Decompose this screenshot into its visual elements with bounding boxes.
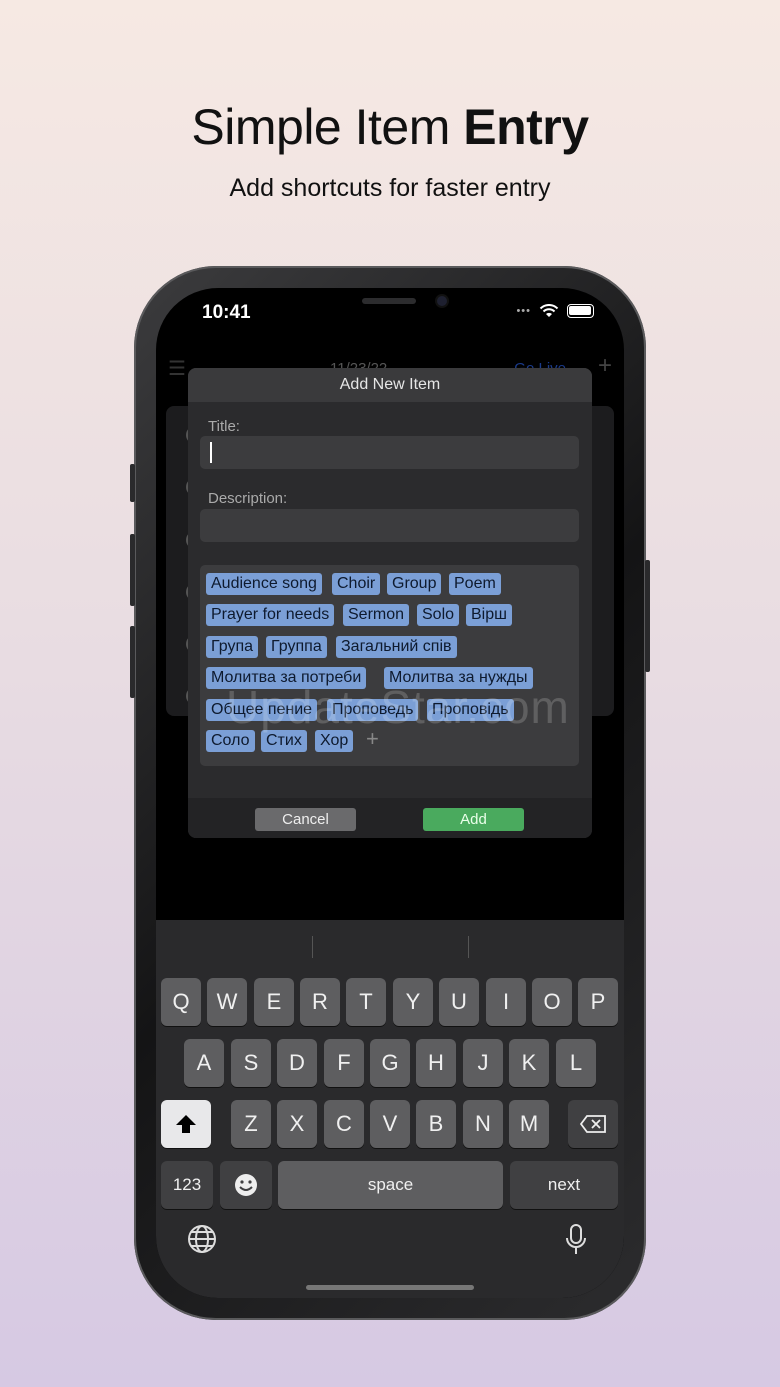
- key-t[interactable]: T: [346, 978, 386, 1026]
- key-h[interactable]: H: [416, 1039, 456, 1087]
- key-f[interactable]: F: [324, 1039, 364, 1087]
- watermark: UpdateStar.com: [226, 681, 570, 733]
- status-time: 10:41: [202, 302, 251, 323]
- key-z[interactable]: Z: [231, 1100, 271, 1148]
- key-i[interactable]: I: [486, 978, 526, 1026]
- tag-chip[interactable]: Sermon: [343, 604, 410, 626]
- space-key[interactable]: space: [278, 1161, 503, 1209]
- key-w[interactable]: W: [207, 978, 247, 1026]
- headline-normal: Simple Item: [191, 99, 464, 155]
- key-q[interactable]: Q: [161, 978, 201, 1026]
- globe-icon[interactable]: [187, 1224, 217, 1261]
- emoji-icon: [235, 1174, 257, 1196]
- microphone-icon[interactable]: [564, 1224, 588, 1263]
- speaker: [362, 298, 416, 304]
- emoji-key[interactable]: [220, 1161, 272, 1209]
- power-button: [645, 560, 650, 672]
- key-v[interactable]: V: [370, 1100, 410, 1148]
- phone-frame: 10:41 •••• ☰ 11/23/22 Go Live + Add N: [130, 266, 650, 1320]
- notch: [262, 288, 518, 324]
- key-d[interactable]: D: [277, 1039, 317, 1087]
- backspace-icon: [579, 1115, 606, 1133]
- tag-chip[interactable]: Загальний спів: [336, 636, 457, 658]
- shift-key[interactable]: [161, 1100, 211, 1148]
- tag-chip[interactable]: Група: [206, 636, 259, 658]
- suggestion-divider: [312, 936, 313, 958]
- tag-chip[interactable]: Solo: [417, 604, 460, 626]
- key-y[interactable]: Y: [393, 978, 433, 1026]
- key-p[interactable]: P: [578, 978, 618, 1026]
- key-o[interactable]: O: [532, 978, 572, 1026]
- description-label: Description:: [208, 490, 288, 507]
- shift-icon: [176, 1115, 196, 1133]
- tag-chip[interactable]: Group: [387, 573, 442, 595]
- status-icons: ••••: [512, 304, 594, 318]
- menu-icon[interactable]: ☰: [168, 356, 186, 381]
- tag-chip[interactable]: Prayer for needs: [206, 604, 335, 626]
- key-g[interactable]: G: [370, 1039, 410, 1087]
- key-c[interactable]: C: [324, 1100, 364, 1148]
- key-n[interactable]: N: [463, 1100, 503, 1148]
- key-b[interactable]: B: [416, 1100, 456, 1148]
- key-e[interactable]: E: [254, 978, 294, 1026]
- camera-icon: [437, 296, 447, 306]
- battery-icon: [567, 304, 594, 318]
- tag-chip[interactable]: Группа: [266, 636, 327, 658]
- description-input[interactable]: [200, 509, 579, 542]
- backspace-key[interactable]: [568, 1100, 618, 1148]
- key-l[interactable]: L: [556, 1039, 596, 1087]
- cancel-button[interactable]: Cancel: [255, 808, 356, 831]
- tag-chip[interactable]: Poem: [449, 573, 501, 595]
- suggestion-bar: [156, 920, 624, 972]
- tag-chip[interactable]: Choir: [332, 573, 381, 595]
- home-indicator: [306, 1285, 474, 1290]
- subheadline: Add shortcuts for faster entry: [229, 174, 551, 202]
- key-j[interactable]: J: [463, 1039, 503, 1087]
- next-key[interactable]: next: [510, 1161, 618, 1209]
- key-a[interactable]: A: [184, 1039, 224, 1087]
- add-icon[interactable]: +: [598, 352, 612, 380]
- key-s[interactable]: S: [231, 1039, 271, 1087]
- key-k[interactable]: K: [509, 1039, 549, 1087]
- headline-bold: Entry: [463, 99, 589, 155]
- numbers-key[interactable]: 123: [161, 1161, 213, 1209]
- dialog-footer: Cancel Add: [188, 798, 592, 838]
- key-u[interactable]: U: [439, 978, 479, 1026]
- keyboard: Q W E R T Y U I O P A S D F G H J K L Z …: [156, 920, 624, 1298]
- add-button[interactable]: Add: [423, 808, 524, 831]
- phone-screen: 10:41 •••• ☰ 11/23/22 Go Live + Add N: [156, 288, 624, 1298]
- volume-down-button: [130, 626, 135, 698]
- key-r[interactable]: R: [300, 978, 340, 1026]
- title-input[interactable]: [200, 436, 579, 469]
- key-x[interactable]: X: [277, 1100, 317, 1148]
- tag-chip[interactable]: Audience song: [206, 573, 322, 595]
- dialog-title: Add New Item: [188, 368, 592, 402]
- add-item-dialog: Add New Item Title: Description: Audienc…: [188, 368, 592, 838]
- volume-up-button: [130, 534, 135, 606]
- suggestion-divider: [468, 936, 469, 958]
- headline: Simple Item Entry: [0, 98, 780, 156]
- tag-chip[interactable]: Вірш: [466, 604, 512, 626]
- title-label: Title:: [208, 418, 240, 435]
- mute-switch: [130, 464, 135, 502]
- wifi-icon: [539, 304, 559, 317]
- text-caret: [210, 442, 212, 463]
- key-m[interactable]: M: [509, 1100, 549, 1148]
- shortcut-tags: Audience song Choir Group Poem Prayer fo…: [200, 565, 579, 766]
